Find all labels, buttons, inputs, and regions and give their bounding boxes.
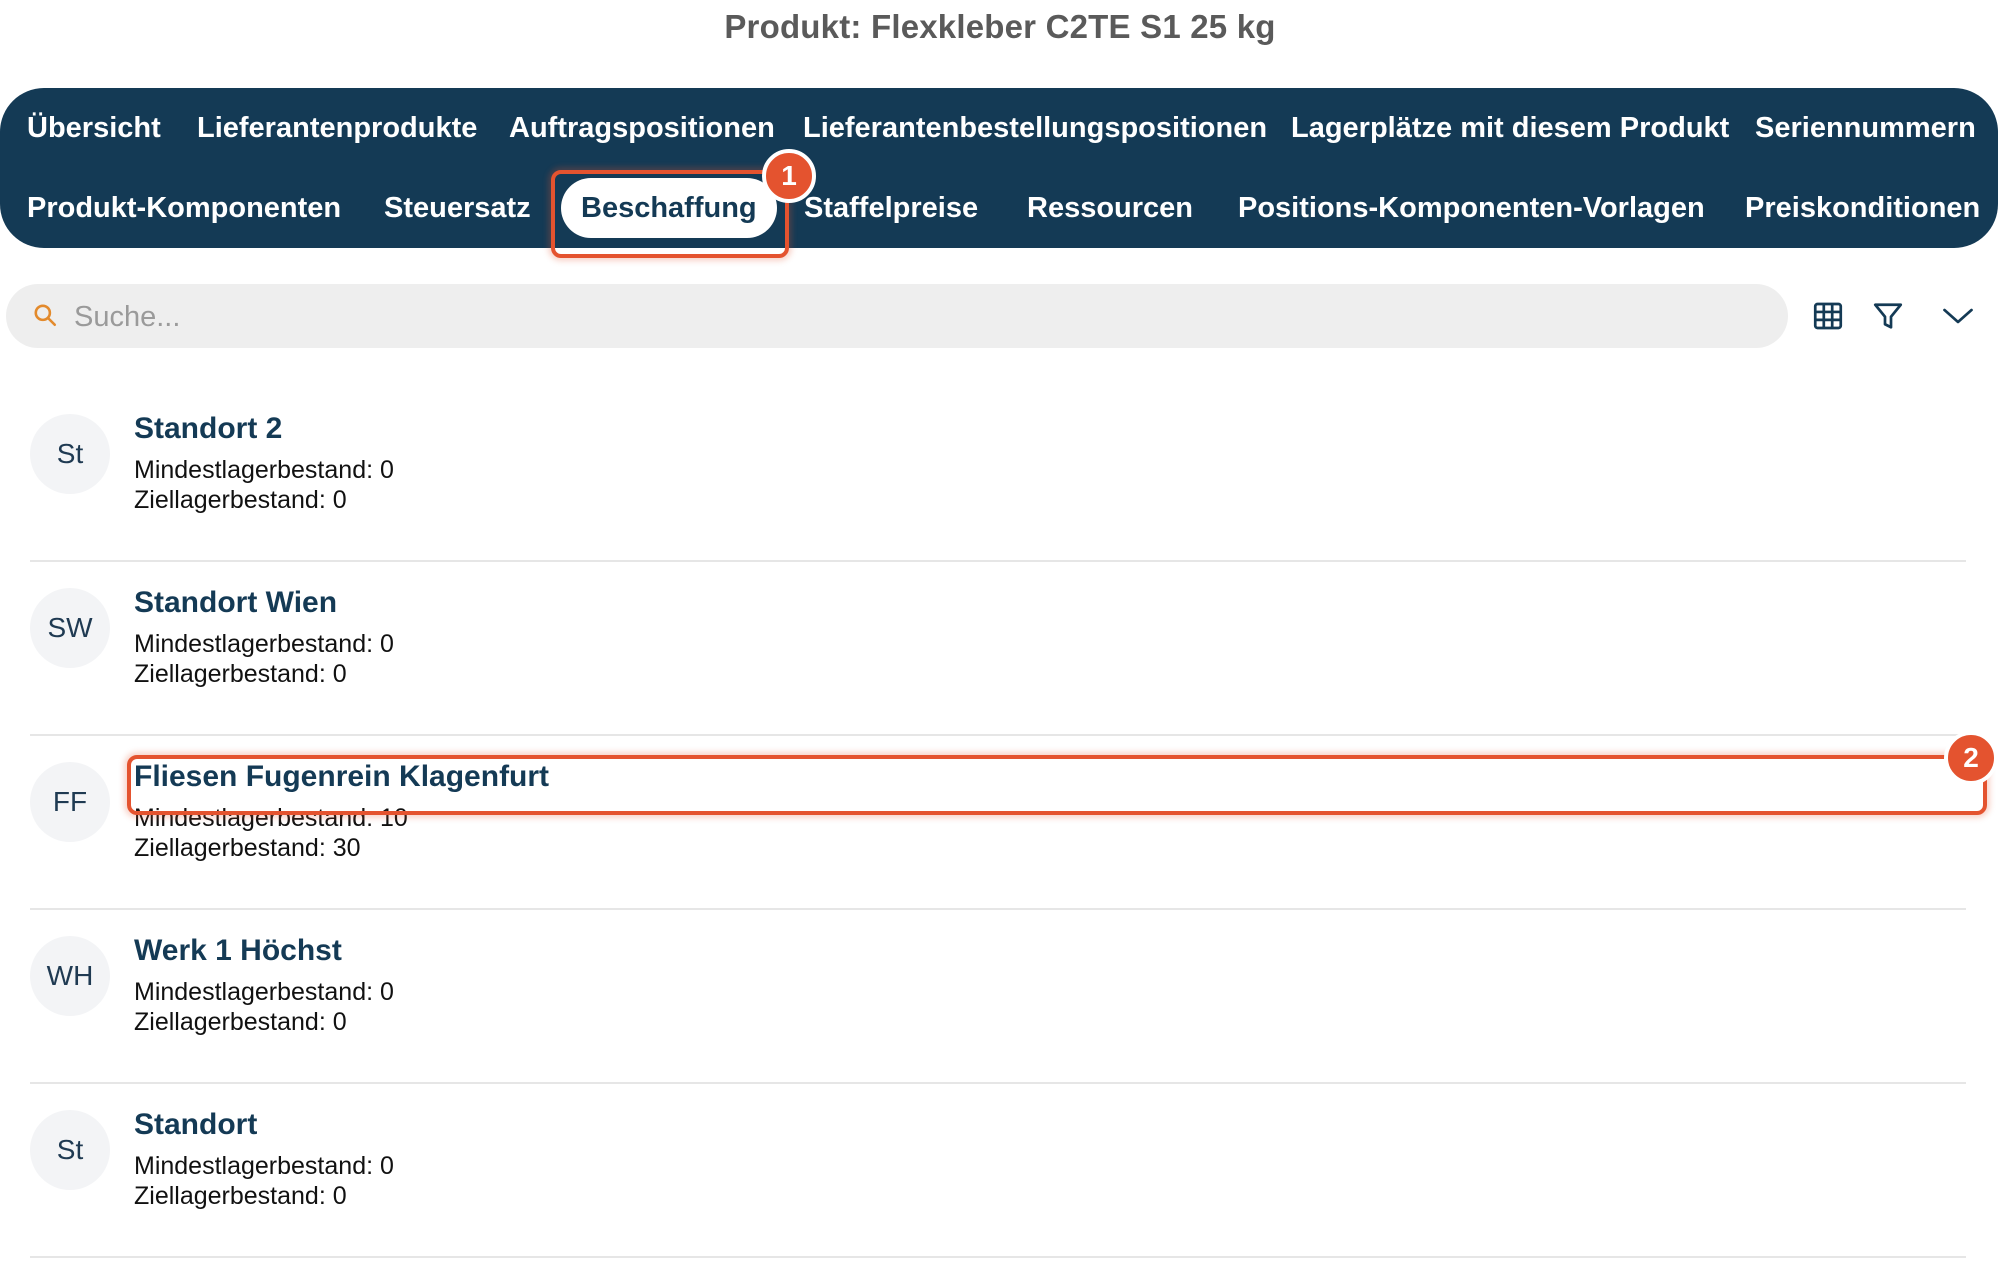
- tab-lieferantenbestellungspositionen[interactable]: Lieferantenbestellungspositionen: [803, 108, 1267, 148]
- tab-produkt-komponenten[interactable]: Produkt-Komponenten: [27, 188, 341, 228]
- tab-preiskonditionen[interactable]: Preiskonditionen: [1745, 188, 1980, 228]
- min-stock-label: Mindestlagerbestand: 0: [134, 456, 394, 484]
- list-item[interactable]: St Standort 2 Mindestlagerbestand: 0 Zie…: [30, 388, 1966, 562]
- tab-uebersicht[interactable]: Übersicht: [27, 108, 161, 148]
- avatar: FF: [30, 762, 110, 842]
- target-stock-label: Ziellagerbestand: 0: [134, 1008, 347, 1036]
- min-stock-label: Mindestlagerbestand: 0: [134, 630, 394, 658]
- avatar: St: [30, 414, 110, 494]
- annotation-badge-2: 2: [1944, 731, 1998, 785]
- list-item[interactable]: WH Werk 1 Höchst Mindestlagerbestand: 0 …: [30, 910, 1966, 1084]
- tab-lieferantenprodukte[interactable]: Lieferantenprodukte: [197, 108, 477, 148]
- page-title: Produkt: Flexkleber C2TE S1 25 kg: [724, 8, 1276, 45]
- tab-lagerplaetze[interactable]: Lagerplätze mit diesem Produkt: [1291, 108, 1729, 148]
- avatar: St: [30, 1110, 110, 1190]
- target-stock-label: Ziellagerbestand: 30: [134, 834, 361, 862]
- list-item[interactable]: St Standort Mindestlagerbestand: 0 Ziell…: [30, 1084, 1966, 1258]
- avatar: WH: [30, 936, 110, 1016]
- list-item[interactable]: SW Standort Wien Mindestlagerbestand: 0 …: [30, 562, 1966, 736]
- search-bar: [6, 284, 1788, 348]
- tab-seriennummern[interactable]: Seriennummern: [1755, 108, 1976, 148]
- tab-positions-komponenten-vorlagen[interactable]: Positions-Komponenten-Vorlagen: [1238, 188, 1705, 228]
- min-stock-label: Mindestlagerbestand: 0: [134, 1152, 394, 1180]
- chevron-down-icon[interactable]: [1940, 298, 1976, 334]
- table-icon[interactable]: [1810, 298, 1846, 334]
- search-icon: [34, 304, 57, 327]
- tab-auftragspositionen[interactable]: Auftragspositionen: [509, 108, 775, 148]
- search-input[interactable]: [72, 292, 1756, 342]
- avatar: SW: [30, 588, 110, 668]
- min-stock-label: Mindestlagerbestand: 10: [134, 804, 408, 832]
- list-item-title[interactable]: Standort Wien: [134, 586, 337, 620]
- list-item-title[interactable]: Standort: [134, 1108, 257, 1142]
- page: Produkt: Flexkleber C2TE S1 25 kg Übersi…: [0, 0, 2000, 1280]
- list-item[interactable]: FF Fliesen Fugenrein Klagenfurt Mindestl…: [30, 736, 1966, 910]
- tab-bar: Übersicht Lieferantenprodukte Auftragspo…: [0, 88, 1998, 248]
- target-stock-label: Ziellagerbestand: 0: [134, 660, 347, 688]
- tab-steuersatz[interactable]: Steuersatz: [384, 188, 531, 228]
- list-item-title[interactable]: Fliesen Fugenrein Klagenfurt: [134, 760, 549, 794]
- annotation-badge-1: 1: [762, 149, 816, 203]
- target-stock-label: Ziellagerbestand: 0: [134, 486, 347, 514]
- tab-staffelpreise[interactable]: Staffelpreise: [804, 188, 978, 228]
- min-stock-label: Mindestlagerbestand: 0: [134, 978, 394, 1006]
- tab-beschaffung[interactable]: Beschaffung: [561, 178, 777, 238]
- target-stock-label: Ziellagerbestand: 0: [134, 1182, 347, 1210]
- filter-icon[interactable]: [1870, 298, 1906, 334]
- tab-ressourcen[interactable]: Ressourcen: [1027, 188, 1193, 228]
- list-item-title[interactable]: Standort 2: [134, 412, 282, 446]
- list-item-title[interactable]: Werk 1 Höchst: [134, 934, 342, 968]
